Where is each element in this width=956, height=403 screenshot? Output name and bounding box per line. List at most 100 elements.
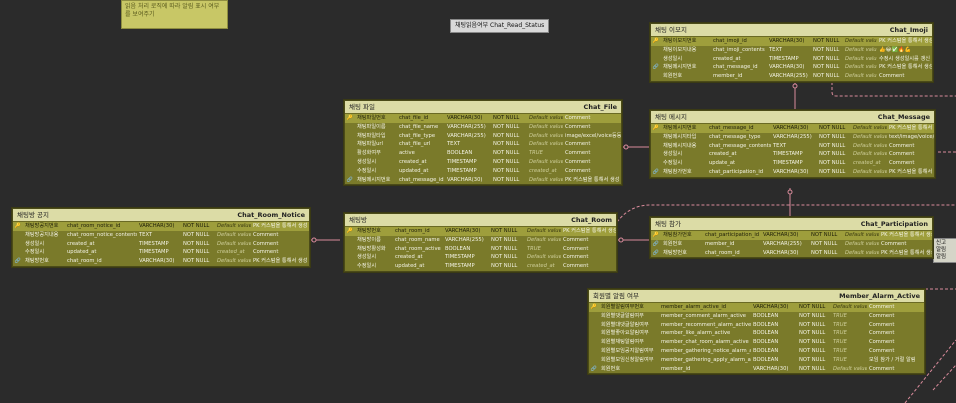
attribute-row[interactable]: 생성일시 created_at TIMESTAMP NOT NULL Default v… <box>345 158 621 167</box>
logical-name: 채팅방활성화 <box>357 245 386 252</box>
logical-name: 수정일시 <box>25 249 45 256</box>
entity-logical-name: 회원별 알림 여부 <box>593 292 639 300</box>
attribute-row[interactable]: 🔑 채팅파일번호 chat_file_id VARCHAR(30) NOT NULL De… <box>345 114 621 123</box>
nullability: NOT NULL <box>819 168 846 175</box>
attribute-row[interactable]: 🔗 회원번호 member_id VARCHAR(255) NOT NULL Defaul… <box>651 240 932 249</box>
foreign-key-icon: 🔗 <box>652 64 660 71</box>
attribute-row[interactable]: 회원별모임공지알림여부 member_gathering_notice_alarm… <box>589 347 924 356</box>
entity-chat-room[interactable]: 채팅방 Chat_Room 🔑 채팅방번호 chat_room_id VARCHAR(30… <box>344 213 617 272</box>
attribute-row[interactable]: 채팅방이름 chat_room_name VARCHAR(255) NOT NULL D… <box>345 236 616 245</box>
entity-header[interactable]: 채팅 참가 Chat_Participation <box>651 218 932 231</box>
nullability: NOT NULL <box>799 304 826 310</box>
attribute-row[interactable]: 🔗 채팅방번호 chat_room_id VARCHAR(30) NOT NULL Def… <box>13 257 309 266</box>
column-name: chat_room_id <box>67 258 102 265</box>
comment: Comment <box>869 330 895 337</box>
chat-read-status-label[interactable]: 채팅읽음여부 Chat_Read_Status <box>450 19 550 33</box>
default-value: Default value <box>845 249 879 256</box>
attribute-row[interactable]: 🔑 채팅참가번호 chat_participation_id VARCHAR(30) N… <box>651 231 932 240</box>
entity-chat-file[interactable]: 채팅 파일 Chat_File 🔑 채팅파일번호 chat_file_id VARCHAR… <box>344 100 622 186</box>
entity-chat-room-notice[interactable]: 채팅방 공지 Chat_Room_Notice 🔑 채팅방공지번호 chat_room_… <box>12 208 310 267</box>
attribute-row[interactable]: 생성일시 created_at TIMESTAMP NOT NULL Default v… <box>651 150 934 159</box>
logical-name: 회원별채팅알림여부 <box>601 339 644 346</box>
logical-name: 채팅방공지번호 <box>25 223 59 229</box>
attribute-row[interactable]: 🔗 채팅참가번호 chat_participation_id VARCHAR(30) N… <box>651 168 934 177</box>
logical-name: 생성일시 <box>25 240 45 247</box>
attribute-row[interactable]: 활성화여부 active BOOLEAN NOT NULL TRUE Comment <box>345 149 621 158</box>
attribute-row[interactable]: 채팅파일url chat_file_url TEXT NOT NULL Default … <box>345 140 621 149</box>
attribute-row[interactable]: 회원별댓글알림여부 member_comment_alarm_active BOOL… <box>589 312 924 321</box>
foreign-key-icon: 🔗 <box>652 249 660 256</box>
default-value: Default value <box>845 64 877 71</box>
column-name: chat_room_id <box>705 249 740 256</box>
entity-header[interactable]: 채팅 파일 Chat_File <box>345 101 621 114</box>
attribute-row[interactable]: 채팅파일이름 chat_file_name VARCHAR(255) NOT NULL… <box>345 123 621 132</box>
data-type: VARCHAR(30) <box>769 38 805 44</box>
edge-note-line: 신고 <box>936 240 947 246</box>
attribute-row[interactable]: 생성일시 created_at TIMESTAMP NOT NULL Default v… <box>13 240 309 249</box>
default-value: Default value <box>853 142 887 149</box>
entity-header[interactable]: 채팅방 Chat_Room <box>345 214 616 227</box>
entity-chat-message[interactable]: 채팅 메시지 Chat_Message 🔑 채팅메시지번호 chat_message_i… <box>650 110 935 178</box>
comment: PK 커스텀을 통해서 생성 <box>253 223 308 229</box>
attribute-row[interactable]: 채팅방공지내용 chat_room_notice_contents TEXT NOT … <box>13 231 309 240</box>
attribute-row[interactable]: 회원별모임신청알림여부 member_gathering_apply_alarm_… <box>589 356 924 365</box>
entity-member-alarm-active[interactable]: 회원별 알림 여부 Member_Alarm_Active 🔑 회원별알림여부번호 me… <box>588 289 925 375</box>
attribute-row[interactable]: 채팅메시지내용 chat_message_contents TEXT NOT NULL… <box>651 142 934 151</box>
attribute-row[interactable]: 🔑 회원별알림여부번호 member_alarm_active_id VARCHAR(… <box>589 303 924 312</box>
nullability: NOT NULL <box>493 158 520 165</box>
attribute-row[interactable]: 회원별좋아요알림여부 member_like_alarm_active BOOLEA… <box>589 329 924 338</box>
attribute-row[interactable]: 🔗 채팅메시지번호 chat_message_id VARCHAR(30) NOT NU… <box>651 63 932 72</box>
attribute-row[interactable]: 채팅방활성화 chat_room_active BOOLEAN NOT NULL TRU… <box>345 245 616 254</box>
primary-key-icon: 🔑 <box>590 304 598 310</box>
attribute-row[interactable]: 수정일시 updated_at TIMESTAMP NOT NULL created_a… <box>345 262 616 271</box>
comment: Comment <box>565 167 591 174</box>
attribute-row[interactable]: 생성일시 created_at TIMESTAMP NOT NULL Default v… <box>345 253 616 262</box>
column-name: active <box>399 150 415 157</box>
attribute-row[interactable]: 🔑 채팅방공지번호 chat_room_notice_id VARCHAR(30) NO… <box>13 222 309 231</box>
blank-key-icon <box>345 253 355 262</box>
attribute-row[interactable]: 🔑 채팅방번호 chat_room_id VARCHAR(30) NOT NULL Def… <box>345 227 616 236</box>
attribute-row[interactable]: 수정일시 updated_at TIMESTAMP NOT NULL created_a… <box>13 248 309 257</box>
attribute-row[interactable]: 회원별채팅알림여부 member_chat_room_alarm_active BO… <box>589 338 924 347</box>
data-type: VARCHAR(30) <box>763 249 799 256</box>
attribute-row[interactable]: 회원별대댓글알림여부 member_recomment_alarm_active B… <box>589 321 924 330</box>
entity-header[interactable]: 채팅 이모지 Chat_Imoji <box>651 24 932 37</box>
blank-key-icon <box>13 240 23 249</box>
attribute-row[interactable]: 채팅파일타입 chat_file_type VARCHAR(255) NOT NULL… <box>345 132 621 141</box>
default-value: Default value <box>527 254 561 261</box>
attribute-row[interactable]: 수정일시 update_at TIMESTAMP NOT NULL created_at… <box>651 159 934 168</box>
entity-logical-name: 채팅방 <box>349 216 367 224</box>
blank-key-icon <box>345 236 355 245</box>
attribute-row[interactable]: 채팅이모지내용 chat_imoji_contents TEXT NOT NULL De… <box>651 46 932 55</box>
column-name: update_at <box>709 160 736 167</box>
entity-header[interactable]: 채팅방 공지 Chat_Room_Notice <box>13 209 309 222</box>
attribute-row[interactable]: 🔑 채팅메시지번호 chat_message_id VARCHAR(30) NOT NU… <box>651 124 934 133</box>
attribute-row[interactable]: 🔗 채팅메시지번호 chat_message_id VARCHAR(30) NOT NU… <box>345 176 621 185</box>
primary-key-icon: 🔑 <box>346 115 354 121</box>
attribute-row[interactable]: 🔑 채팅이모지번호 chat_imoji_id VARCHAR(30) NOT NULL… <box>651 37 932 46</box>
blank-key-icon <box>345 123 355 132</box>
attribute-row[interactable]: 🔗 회원번호 member_id VARCHAR(30) NOT NULL Default… <box>589 365 924 374</box>
data-type: TIMESTAMP <box>447 167 477 174</box>
attribute-row[interactable]: 채팅메시지타입 chat_message_type VARCHAR(255) NOT … <box>651 133 934 142</box>
attribute-row[interactable]: 생성일시 created_at TIMESTAMP NOT NULL Default v… <box>651 55 932 64</box>
nullability: NOT NULL <box>819 133 846 140</box>
blank-key-icon <box>651 72 661 81</box>
entity-physical-name: Chat_Participation <box>860 220 928 228</box>
logical-name: 채팅이모지번호 <box>663 38 697 44</box>
attribute-row[interactable]: 회원번호 member_id VARCHAR(255) NOT NULL Default… <box>651 72 932 81</box>
default-value: Default value <box>845 46 877 53</box>
logical-name: 채팅파일url <box>357 141 383 148</box>
data-type: VARCHAR(30) <box>447 176 483 183</box>
comment: 👍😂✅🔥💪 <box>879 46 911 53</box>
entity-physical-name: Member_Alarm_Active <box>839 292 920 300</box>
entity-chat-participation[interactable]: 채팅 참가 Chat_Participation 🔑 채팅참가번호 chat_parti… <box>650 217 933 259</box>
attribute-row[interactable]: 🔗 채팅방번호 chat_room_id VARCHAR(30) NOT NULL Def… <box>651 249 932 258</box>
comment: Comment <box>253 231 279 238</box>
entity-chat-imoji[interactable]: 채팅 이모지 Chat_Imoji 🔑 채팅이모지번호 chat_imoji_id VAR… <box>650 23 933 82</box>
entity-header[interactable]: 회원별 알림 여부 Member_Alarm_Active <box>589 290 924 303</box>
attribute-row[interactable]: 수정일시 updated_at TIMESTAMP NOT NULL created_a… <box>345 167 621 176</box>
comment: Comment <box>869 312 895 319</box>
column-name: created_at <box>395 254 423 261</box>
entity-header[interactable]: 채팅 메시지 Chat_Message <box>651 111 934 124</box>
